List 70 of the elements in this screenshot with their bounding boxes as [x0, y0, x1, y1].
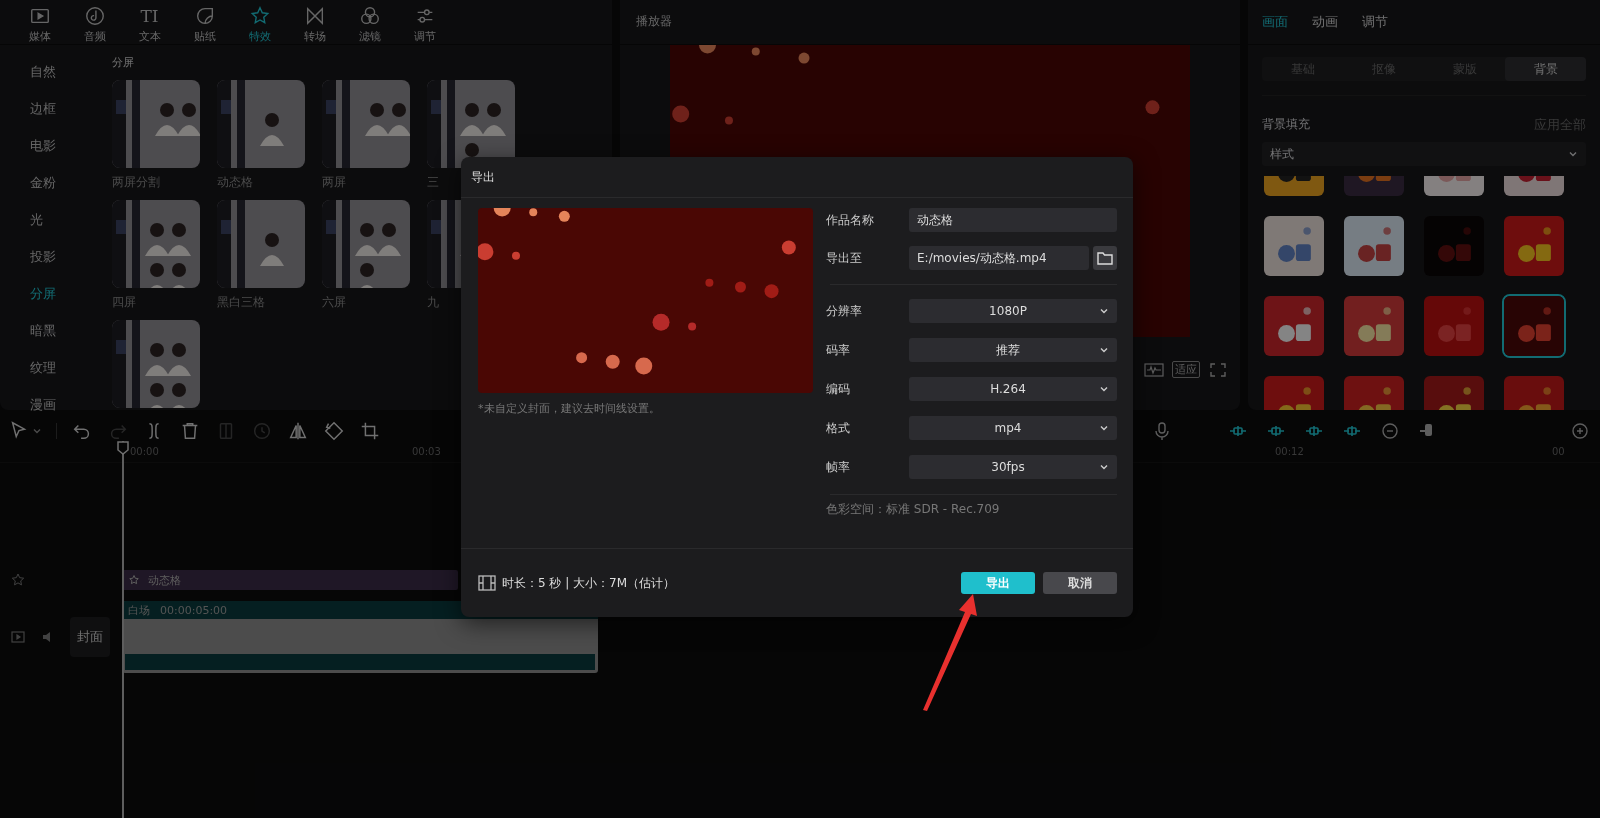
star-icon — [10, 572, 26, 588]
cover-note: *未自定义封面，建议去时间线设置。 — [478, 401, 661, 416]
color-space-text: 色彩空间：标准 SDR - Rec.709 — [826, 501, 1001, 518]
export-button[interactable]: 导出 — [961, 572, 1035, 594]
filter-icon — [358, 5, 381, 27]
film-icon — [478, 575, 496, 591]
effect-label: 三 — [427, 174, 439, 191]
waveform-icon[interactable] — [1144, 361, 1164, 378]
cover-button[interactable]: 封面 — [70, 617, 110, 657]
effect-icon — [248, 5, 271, 27]
chevron-down-icon — [1099, 462, 1109, 472]
cancel-button[interactable]: 取消 — [1043, 572, 1117, 594]
section-title: 背景填充 — [1262, 116, 1310, 133]
zoom-out-icon[interactable] — [1380, 421, 1400, 441]
field-label: 编码 — [826, 380, 851, 398]
tab[interactable]: 调节 — [397, 0, 452, 44]
tab[interactable]: 特效 — [232, 0, 287, 44]
tab[interactable]: 滤镜 — [342, 0, 397, 44]
clip-label: 白场 — [128, 602, 150, 618]
chevron-down-icon — [1099, 384, 1109, 394]
audio-icon — [83, 5, 106, 27]
segment-tab[interactable]: 背景 — [1505, 57, 1586, 81]
text-icon: TI — [140, 5, 159, 27]
video-track-icon — [10, 629, 26, 645]
section-title: 分屏 — [112, 55, 135, 70]
category-item[interactable]: 边框 — [0, 90, 100, 127]
tab[interactable]: 画面 — [1262, 13, 1288, 31]
category-item[interactable]: 分屏 — [0, 275, 100, 312]
tab[interactable]: TI 文本 — [122, 0, 177, 44]
category-item[interactable]: 电影 — [0, 127, 100, 164]
mirror-icon[interactable] — [287, 420, 309, 442]
playhead-icon[interactable] — [117, 441, 129, 455]
category-item[interactable]: 投影 — [0, 238, 100, 275]
dropdown[interactable]: 推荐 — [909, 338, 1117, 362]
crop-icon[interactable] — [359, 420, 381, 442]
fit-button[interactable]: 适应 — [1172, 361, 1200, 378]
video-clip[interactable]: 白场 00:00:05:00 — [122, 601, 598, 673]
fullscreen-icon[interactable] — [1208, 361, 1228, 378]
category-item[interactable]: 纹理 — [0, 349, 100, 386]
tab[interactable]: 动画 — [1312, 13, 1338, 31]
clip-label: 动态格 — [148, 572, 181, 588]
effect-clip[interactable]: 动态格 — [122, 570, 458, 590]
style-dropdown[interactable]: 样式 — [1262, 142, 1586, 166]
field-label: 码率 — [826, 341, 851, 359]
zoom-in-icon[interactable] — [1570, 421, 1590, 441]
dropdown[interactable]: 30fps — [909, 455, 1117, 479]
category-item[interactable]: 自然 — [0, 53, 100, 90]
tab[interactable]: 调节 — [1362, 13, 1388, 31]
tab[interactable]: 音频 — [67, 0, 122, 44]
field-label: 帧率 — [826, 458, 851, 476]
category-item[interactable]: 暗黑 — [0, 312, 100, 349]
field-label: 格式 — [826, 419, 851, 437]
star-icon — [128, 574, 140, 586]
microphone-icon[interactable] — [1152, 421, 1172, 441]
export-summary: 时长：5 秒 | 大小：7M（估计） — [502, 574, 676, 592]
dropdown[interactable]: mp4 — [909, 416, 1117, 440]
effect-label: 九 — [427, 294, 439, 311]
clip-duration: 00:00:05:00 — [160, 603, 228, 617]
chevron-down-icon — [1568, 149, 1578, 159]
caret-icon[interactable] — [32, 426, 42, 436]
tab[interactable]: 媒体 — [12, 0, 67, 44]
tab[interactable]: 贴纸 — [177, 0, 232, 44]
tab[interactable]: 转场 — [287, 0, 342, 44]
chevron-down-icon — [1099, 345, 1109, 355]
category-item[interactable]: 光 — [0, 201, 100, 238]
category-item[interactable]: 金粉 — [0, 164, 100, 201]
dropdown[interactable]: H.264 — [909, 377, 1117, 401]
rotate-icon[interactable] — [323, 420, 345, 442]
chevron-down-icon — [1099, 423, 1109, 433]
category-item[interactable]: 漫画 — [0, 386, 100, 423]
